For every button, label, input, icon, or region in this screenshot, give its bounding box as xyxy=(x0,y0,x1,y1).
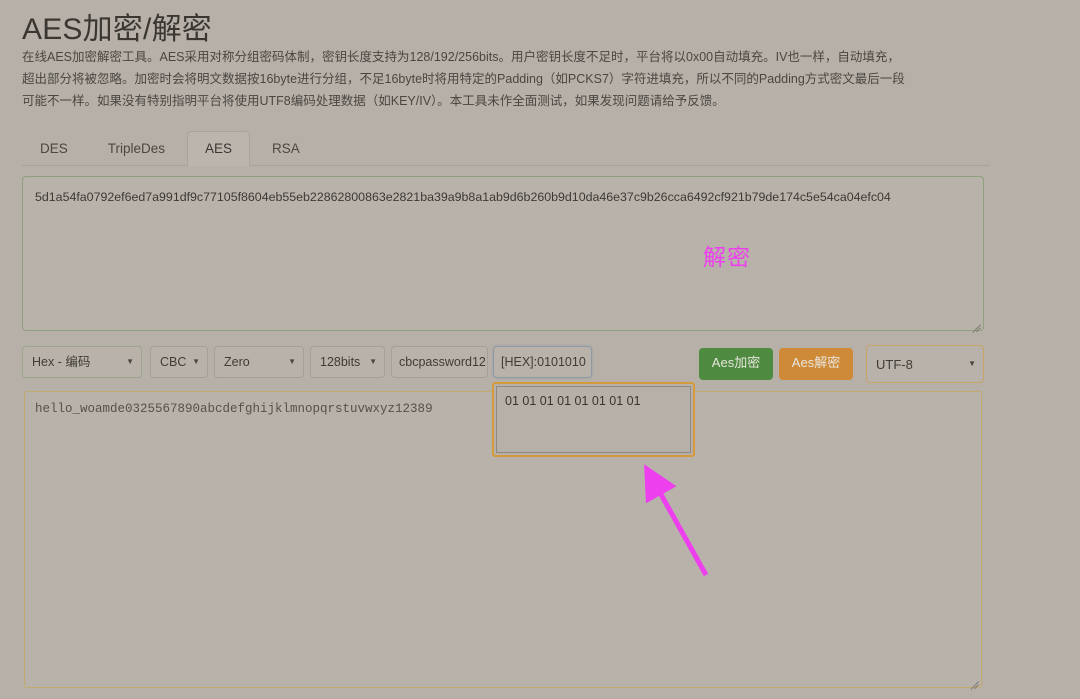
encoding-select-value: Hex - 编码 xyxy=(32,354,91,369)
tab-aes[interactable]: AES xyxy=(187,131,251,166)
page-description: 在线AES加密解密工具。AES采用对称分组密码体制，密钥长度支持为128/192… xyxy=(22,46,1012,112)
password-input[interactable]: cbcpassword12 xyxy=(391,346,488,378)
encoding-select[interactable]: Hex - 编码 ▼ xyxy=(22,346,142,378)
tab-des[interactable]: DES xyxy=(22,131,86,166)
iv-autofill-suggestion[interactable]: 01 01 01 01 01 01 01 01 xyxy=(496,386,691,453)
keysize-select[interactable]: 128bits ▼ xyxy=(310,346,385,378)
mode-select[interactable]: CBC ▼ xyxy=(150,346,208,378)
iv-input[interactable]: [HEX]:0101010 xyxy=(493,346,592,378)
aes-decrypt-button[interactable]: Aes解密 xyxy=(779,348,853,380)
description-line-1: 在线AES加密解密工具。AES采用对称分组密码体制，密钥长度支持为128/192… xyxy=(22,50,900,64)
tab-tripledes[interactable]: TripleDes xyxy=(90,131,183,166)
description-line-2: 超出部分将被忽略。加密时会将明文数据按16byte进行分组，不足16byte时将… xyxy=(22,72,905,86)
charset-select[interactable]: UTF-8 ▼ xyxy=(866,345,984,383)
charset-select-value: UTF-8 xyxy=(876,356,913,372)
aes-encrypt-button[interactable]: Aes加密 xyxy=(699,348,773,380)
chevron-down-icon: ▼ xyxy=(968,359,976,368)
tab-rsa[interactable]: RSA xyxy=(254,131,318,166)
chevron-down-icon: ▼ xyxy=(192,357,200,366)
chevron-down-icon: ▼ xyxy=(369,357,377,366)
padding-select[interactable]: Zero ▼ xyxy=(214,346,304,378)
mode-select-value: CBC xyxy=(160,354,187,369)
chevron-down-icon: ▼ xyxy=(126,357,134,366)
page-root: AES加密/解密 在线AES加密解密工具。AES采用对称分组密码体制，密钥长度支… xyxy=(0,0,1080,699)
page-title: AES加密/解密 xyxy=(22,13,212,46)
keysize-select-value: 128bits xyxy=(320,354,361,369)
padding-select-value: Zero xyxy=(224,354,250,369)
iv-autofill-popup[interactable]: 01 01 01 01 01 01 01 01 xyxy=(492,382,695,457)
description-line-3: 可能不一样。如果没有特别指明平台将使用UTF8编码处理数据（如KEY/IV）。本… xyxy=(22,94,725,108)
algorithm-tabs: DES TripleDes AES RSA xyxy=(22,131,990,166)
chevron-down-icon: ▼ xyxy=(288,357,296,366)
ciphertext-textarea[interactable]: 5d1a54fa0792ef6ed7a991df9c77105f8604eb55… xyxy=(22,176,984,331)
decrypt-annotation-label: 解密 xyxy=(703,244,751,270)
